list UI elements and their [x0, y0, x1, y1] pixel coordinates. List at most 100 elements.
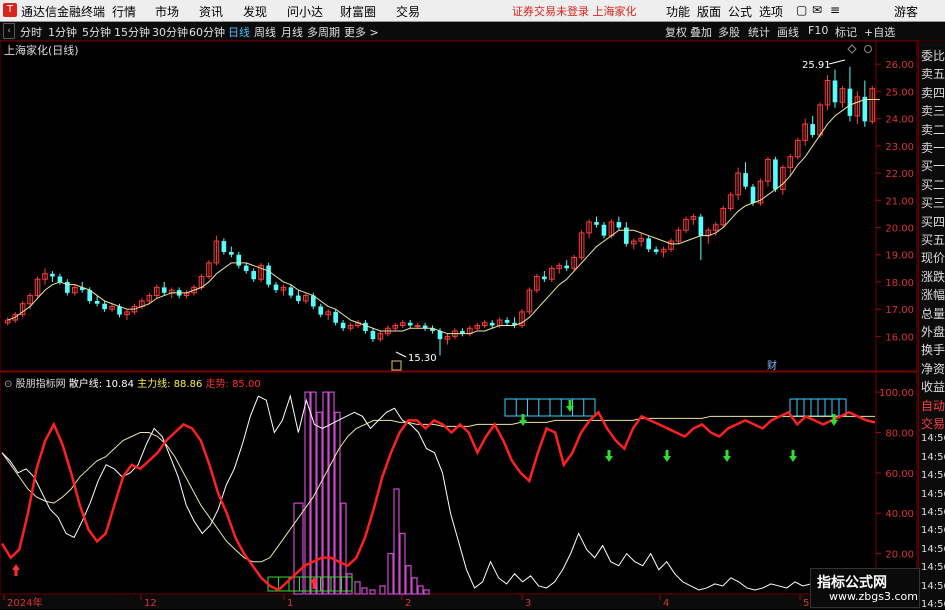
quote-panel-item: 14:56 [921, 470, 945, 482]
quote-panel-item: 自动 [921, 398, 945, 413]
price-tick-label: 21.00 [885, 196, 914, 207]
price-tick-label: 18.00 [885, 278, 914, 289]
date-tick-label: 4 [663, 598, 669, 609]
volume-bar [369, 589, 376, 595]
trend-value: 走势: 85.00 [205, 379, 261, 390]
candle-body-down [340, 322, 346, 329]
date-tick-label: 1 [287, 598, 293, 609]
candle-body-down [594, 222, 599, 225]
indicator-collapse-icon[interactable]: ⊙ [4, 379, 12, 390]
candle-body-down [370, 330, 376, 340]
candle-body-down [266, 265, 271, 285]
ind-tick-label: 40.00 [885, 509, 914, 520]
quote-panel-item: 买四 [921, 214, 945, 229]
candle-body-up [414, 325, 421, 327]
quote-panel-item: 现价 [921, 251, 945, 266]
quote-panel-item: 卖四 [921, 85, 945, 100]
high-price-label: 25.91 [802, 60, 831, 71]
sell-arrow-icon [663, 450, 671, 462]
candle-body-down [489, 322, 495, 326]
quote-panel-item: 买一 [921, 159, 945, 174]
candle-body-down [296, 295, 301, 301]
volume-bar [387, 553, 394, 595]
candle-body-down [229, 252, 234, 255]
ind-tick-label: 20.00 [885, 550, 914, 561]
candle-body-down [601, 224, 607, 236]
volume-bar [399, 532, 406, 595]
main-line-value: 主力线: 88.86 [137, 379, 203, 390]
indicator-frame [0, 371, 918, 595]
price-tick-label: 22.00 [885, 169, 914, 180]
candle-body-down [750, 186, 756, 203]
candle-body-down [94, 301, 100, 304]
date-tick-label: 12 [144, 598, 157, 609]
price-tick-label: 25.00 [885, 87, 914, 98]
candle-body-down [773, 159, 778, 190]
sell-arrow-icon [723, 450, 731, 462]
candle-body-down [273, 284, 279, 291]
event-marker-icon [391, 360, 402, 371]
candle-body-down [564, 265, 570, 269]
indicator-title: ⊙ 股朋指标网 散户线: 10.84 主力线: 88.86 走势: 85.00 [4, 375, 261, 390]
candle-body-down [221, 241, 227, 252]
diamond-icon [847, 44, 857, 54]
volume-bar [405, 565, 412, 595]
volume-bar [393, 488, 400, 595]
volume-bar [316, 411, 323, 595]
volume-bar [322, 391, 329, 595]
ind-tick-label: 60.00 [885, 469, 914, 480]
date-axis-bg [0, 595, 917, 609]
kline-chart[interactable]: 26.00 25.00 24.00 23.00 22.00 21.00 20.00 19.00… [0, 0, 945, 609]
watermark-title: 指标公式网 [817, 575, 887, 591]
volume-bar [328, 391, 335, 595]
candle-body-down [363, 322, 368, 331]
quote-panel-item: 买三 [921, 196, 945, 211]
sell-arrow-icon [789, 450, 797, 462]
date-tick-label: 2024年 [7, 596, 42, 609]
candle-body-down [504, 320, 510, 323]
volume-bar [361, 587, 368, 595]
high-pointer [828, 59, 846, 65]
main-force-line [0, 410, 876, 592]
volume-bar [417, 585, 424, 595]
quote-panel-item: 卖五 [921, 67, 945, 82]
candle-body-down [847, 88, 853, 116]
candle-body-down [102, 303, 107, 310]
candle-body-down [57, 276, 63, 282]
quote-panel-item: 14:56 [921, 433, 945, 445]
low-price-label: 15.30 [408, 353, 437, 364]
quote-panel-item: 收益 [921, 380, 945, 395]
candle-body-down [832, 80, 838, 103]
candle-body-down [437, 330, 443, 340]
candle-body-down [542, 276, 547, 280]
candle-body-down [810, 124, 815, 135]
quote-panel-item: 买五 [921, 233, 945, 247]
site-watermark: 指标公式网 www.zbgs3.com [810, 568, 920, 608]
candle-body-down [698, 216, 704, 236]
candle-body-down [407, 322, 413, 326]
volume-bar [293, 502, 304, 595]
candle-body-down [117, 306, 122, 315]
quote-panel-item: 涨跌 [921, 269, 945, 284]
date-tick-label: 3 [525, 598, 531, 609]
quote-panel-item: 14:56 [921, 580, 945, 592]
quote-panel-item: 交易 [921, 417, 945, 431]
low-pointer [395, 351, 407, 358]
candle-body-down [236, 254, 242, 266]
trend-line [1, 415, 875, 563]
quote-panel-item: 14:56 [921, 525, 945, 537]
price-tick-label: 23.00 [885, 142, 914, 153]
quote-panel-item: 委比 [921, 49, 945, 63]
date-tick-label: 2 [405, 598, 411, 609]
quote-panel-item: 买二 [921, 177, 945, 192]
main-chart-frame [0, 40, 918, 372]
candle-body-down [50, 273, 55, 277]
quote-panel-item: 涨幅 [921, 288, 945, 303]
quote-side-panel: 委比 卖五 卖四 卖三 卖二 卖一 买一 买二 买三 买四 买五 现价 涨跌 涨幅 总量 外盘 换手 净资 收益 自动… [918, 41, 945, 610]
buy-arrow-icon [12, 564, 20, 576]
quote-panel-item: 14:56 [921, 599, 945, 610]
price-tick-label: 20.00 [885, 224, 914, 235]
finance-marker: 财 [767, 359, 777, 372]
indicator-name[interactable]: 股朋指标网 [16, 379, 66, 390]
quote-panel-item: 14:56 [921, 488, 945, 500]
